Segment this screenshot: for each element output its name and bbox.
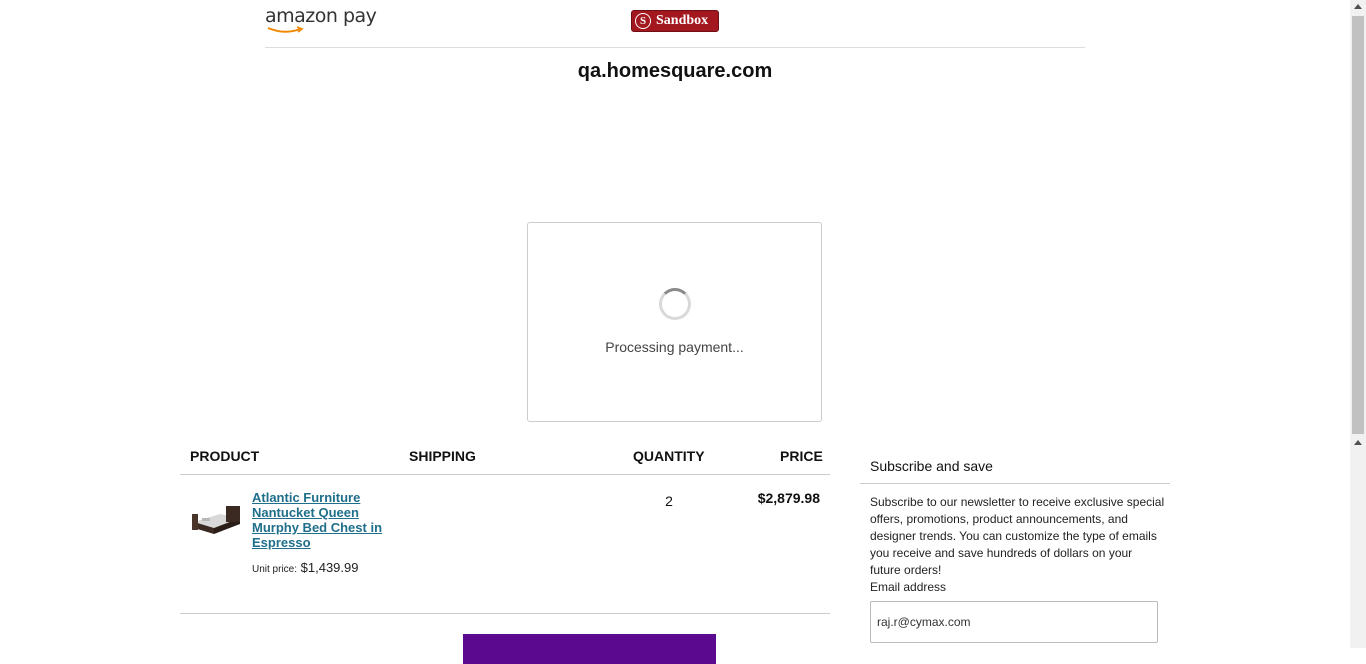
column-header-price: PRICE [780, 448, 823, 464]
column-header-quantity: QUANTITY [633, 448, 705, 464]
cart-divider-bottom [180, 613, 830, 614]
email-label: Email address [870, 580, 947, 594]
scrollbar[interactable] [1350, 0, 1366, 648]
product-image[interactable] [190, 502, 242, 538]
scroll-up-icon-lower[interactable] [1354, 440, 1362, 445]
unit-price: Unit price: $1,439.99 [252, 560, 358, 575]
column-header-product: PRODUCT [190, 448, 260, 464]
amazon-smile-icon [267, 26, 304, 33]
amazon-pay-logo: amazon pay [265, 5, 377, 33]
email-input[interactable] [870, 601, 1158, 643]
unit-price-value: $1,439.99 [300, 560, 359, 575]
loading-spinner-icon [659, 288, 691, 320]
unit-price-label: Unit price: [252, 564, 298, 575]
sandbox-label: Sandbox [656, 13, 709, 28]
logo-text: amazon pay [265, 5, 377, 27]
newsletter-divider [860, 483, 1170, 484]
product-link[interactable]: Atlantic Furniture Nantucket Queen Murph… [252, 490, 382, 550]
sandbox-badge: S Sandbox [631, 10, 719, 32]
newsletter-title: Subscribe and save [870, 458, 993, 474]
scroll-thumb[interactable] [1352, 16, 1364, 434]
cart-divider [180, 474, 830, 475]
sandbox-icon: S [635, 13, 651, 29]
scroll-up-icon[interactable] [1354, 4, 1362, 9]
column-header-shipping: SHIPPING [409, 448, 476, 464]
newsletter-text: Subscribe to our newsletter to receive e… [870, 495, 1165, 577]
merchant-domain: qa.homesquare.com [577, 60, 773, 82]
amazon-pay-header: amazon pay S Sandbox [265, 0, 1085, 48]
processing-modal: Processing payment... [527, 222, 822, 422]
processing-text: Processing payment... [605, 339, 744, 355]
item-price: $2,879.98 [757, 490, 820, 506]
checkout-button[interactable] [463, 634, 716, 664]
item-quantity: 2 [665, 493, 673, 509]
